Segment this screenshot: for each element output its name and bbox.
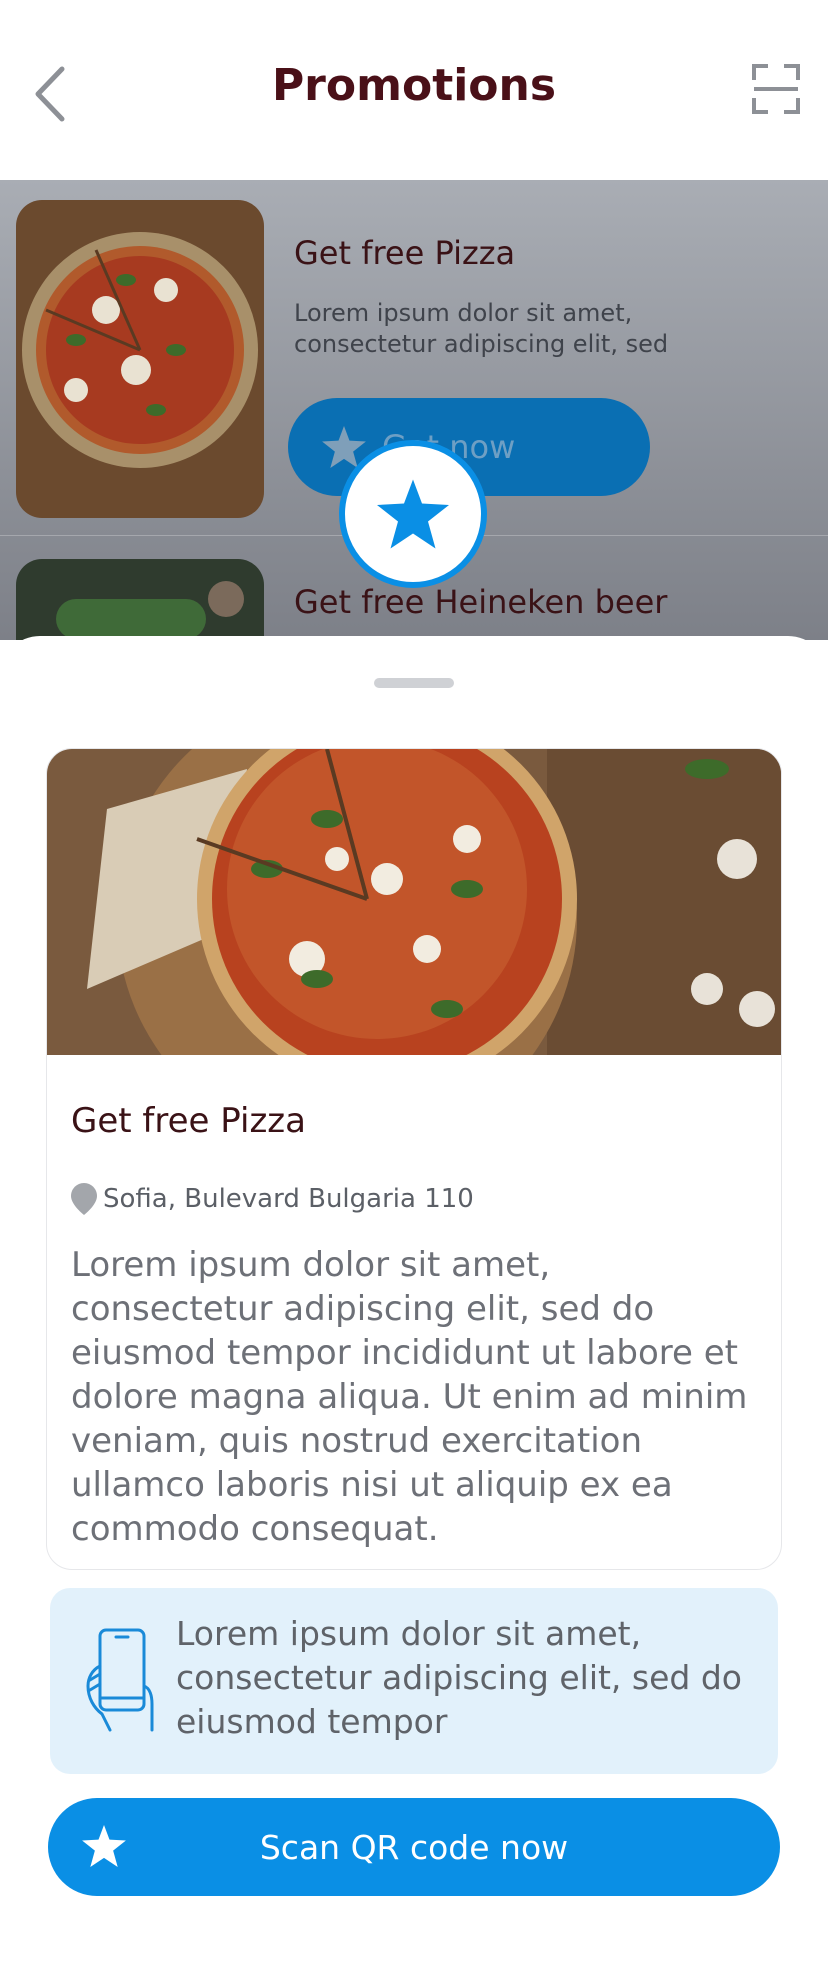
detail-location: Sofia, Bulevard Bulgaria 110 [71, 1183, 474, 1215]
scan-qr-label: Scan QR code now [259, 1827, 569, 1867]
pizza-hero-image [47, 749, 781, 1149]
scan-button[interactable] [752, 64, 800, 114]
promotion-title: Get free Pizza [294, 234, 516, 272]
star-icon [377, 479, 449, 549]
promotion-badge [339, 440, 487, 588]
info-banner: Lorem ipsum dolor sit amet, consectetur … [50, 1588, 778, 1774]
location-text: Sofia, Bulevard Bulgaria 110 [103, 1184, 474, 1214]
promotion-description: Lorem ipsum dolor sit amet, consectetur … [294, 299, 669, 358]
page-title: Promotions [271, 60, 557, 111]
sheet-drag-handle[interactable] [374, 678, 454, 688]
scan-qr-button[interactable]: Scan QR code now [48, 1798, 780, 1896]
beer-thumbnail [16, 559, 264, 640]
star-icon [82, 1825, 126, 1867]
scan-frame-icon [752, 64, 800, 114]
app-header: Promotions [0, 0, 828, 180]
detail-title: Get free Pizza [71, 1101, 306, 1141]
promotion-detail-card: Get free Pizza Sofia, Bulevard Bulgaria … [46, 748, 782, 1570]
promotion-detail-sheet: Get free Pizza Sofia, Bulevard Bulgaria … [0, 636, 828, 1974]
map-pin-icon [71, 1183, 97, 1215]
info-text: Lorem ipsum dolor sit amet, consectetur … [176, 1614, 742, 1741]
pizza-thumbnail [16, 200, 264, 518]
promotion-title: Get free Heineken beer [294, 583, 668, 621]
phone-in-hand-icon [86, 1628, 154, 1732]
detail-description: Lorem ipsum dolor sit amet, consectetur … [71, 1245, 748, 1549]
